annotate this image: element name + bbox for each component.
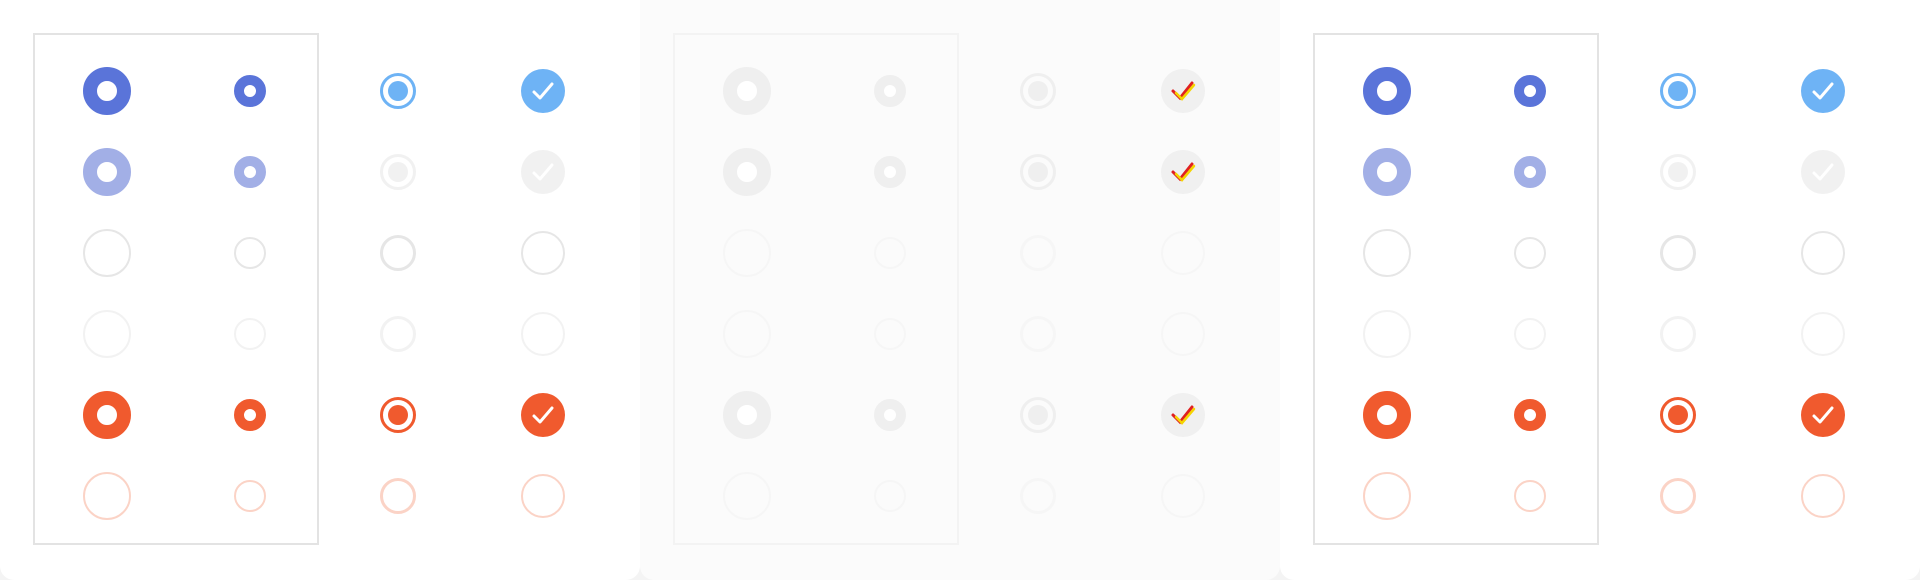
check-circle-icon[interactable] [521,150,565,194]
check-circle-icon[interactable] [521,231,565,275]
radio-filled-icon[interactable] [723,67,771,115]
panel-left [0,0,640,580]
radio-outline-icon[interactable] [380,478,416,514]
radio-dot [388,405,408,425]
radio-dot [1028,405,1048,425]
radio-dot [388,162,408,182]
check-circle-icon[interactable] [521,474,565,518]
radio-filled-icon[interactable] [1514,399,1546,431]
check-circle-icon[interactable] [1161,69,1205,113]
radio-outline-icon[interactable] [723,229,771,277]
radio-filled-icon[interactable] [83,67,131,115]
radio-outline-icon[interactable] [1660,478,1696,514]
radio-dot [1668,405,1688,425]
radio-outline-icon[interactable] [234,318,266,350]
radio-filled-icon[interactable] [83,391,131,439]
check-mark-icon [1171,81,1196,101]
check-circle-icon[interactable] [1161,231,1205,275]
radio-outline-icon[interactable] [1020,154,1056,190]
radio-outline-icon[interactable] [1514,237,1546,269]
radio-outline-icon[interactable] [380,73,416,109]
radio-outline-icon[interactable] [83,310,131,358]
radio-filled-icon[interactable] [723,391,771,439]
radio-outline-icon[interactable] [1660,235,1696,271]
check-circle-icon[interactable] [521,393,565,437]
radio-outline-icon[interactable] [83,229,131,277]
radio-dot [1028,162,1048,182]
check-circle-icon[interactable] [1161,150,1205,194]
radio-filled-icon[interactable] [83,148,131,196]
check-circle-icon[interactable] [1801,393,1845,437]
radio-filled-icon[interactable] [1514,156,1546,188]
check-circle-icon[interactable] [1161,312,1205,356]
radio-outline-icon[interactable] [1020,73,1056,109]
radio-filled-icon[interactable] [1514,75,1546,107]
radio-filled-icon[interactable] [1363,67,1411,115]
check-mark-icon [532,406,554,424]
check-circle-icon[interactable] [1161,474,1205,518]
radio-outline-icon[interactable] [1514,480,1546,512]
radio-filled-icon[interactable] [1363,391,1411,439]
radio-filled-icon[interactable] [234,399,266,431]
radio-dot [1668,162,1688,182]
radio-filled-icon[interactable] [234,75,266,107]
radio-outline-icon[interactable] [83,472,131,520]
radio-outline-icon[interactable] [380,154,416,190]
check-circle-icon[interactable] [1801,150,1845,194]
panel-frame [33,33,319,545]
radio-outline-icon[interactable] [1514,318,1546,350]
radio-outline-icon[interactable] [1020,397,1056,433]
radio-outline-icon[interactable] [1363,472,1411,520]
panel-frame [673,33,959,545]
check-mark-icon [1171,162,1196,182]
check-mark-icon [1171,405,1196,425]
radio-outline-icon[interactable] [380,316,416,352]
check-circle-icon[interactable] [521,69,565,113]
radio-outline-icon[interactable] [723,472,771,520]
radio-outline-icon[interactable] [723,310,771,358]
radio-outline-icon[interactable] [1660,397,1696,433]
radio-outline-icon[interactable] [234,237,266,269]
check-circle-icon[interactable] [521,312,565,356]
radio-outline-icon[interactable] [1020,235,1056,271]
check-mark-icon [532,82,554,100]
radio-outline-icon[interactable] [1363,310,1411,358]
radio-outline-icon[interactable] [874,318,906,350]
radio-dot [388,81,408,101]
radio-outline-icon[interactable] [1020,316,1056,352]
panel-center [640,0,1280,580]
radio-outline-icon[interactable] [1020,478,1056,514]
radio-filled-icon[interactable] [234,156,266,188]
check-circle-icon[interactable] [1801,312,1845,356]
radio-dot [1028,81,1048,101]
check-mark-icon [532,163,554,181]
radio-outline-icon[interactable] [874,480,906,512]
radio-outline-icon[interactable] [380,235,416,271]
radio-outline-icon[interactable] [874,237,906,269]
panel-frame [1313,33,1599,545]
check-mark-icon [1812,82,1834,100]
check-circle-icon[interactable] [1801,69,1845,113]
radio-outline-icon[interactable] [1660,154,1696,190]
radio-filled-icon[interactable] [874,156,906,188]
radio-outline-icon[interactable] [1363,229,1411,277]
radio-outline-icon[interactable] [380,397,416,433]
radio-filled-icon[interactable] [1363,148,1411,196]
radio-outline-icon[interactable] [1660,316,1696,352]
radio-filled-icon[interactable] [874,399,906,431]
check-circle-icon[interactable] [1801,231,1845,275]
radio-outline-icon[interactable] [1660,73,1696,109]
check-mark-icon [1812,163,1834,181]
check-mark-icon [1812,406,1834,424]
radio-filled-icon[interactable] [723,148,771,196]
radio-outline-icon[interactable] [234,480,266,512]
radio-filled-icon[interactable] [874,75,906,107]
panel-right [1280,0,1920,580]
check-circle-icon[interactable] [1161,393,1205,437]
check-circle-icon[interactable] [1801,474,1845,518]
radio-dot [1668,81,1688,101]
